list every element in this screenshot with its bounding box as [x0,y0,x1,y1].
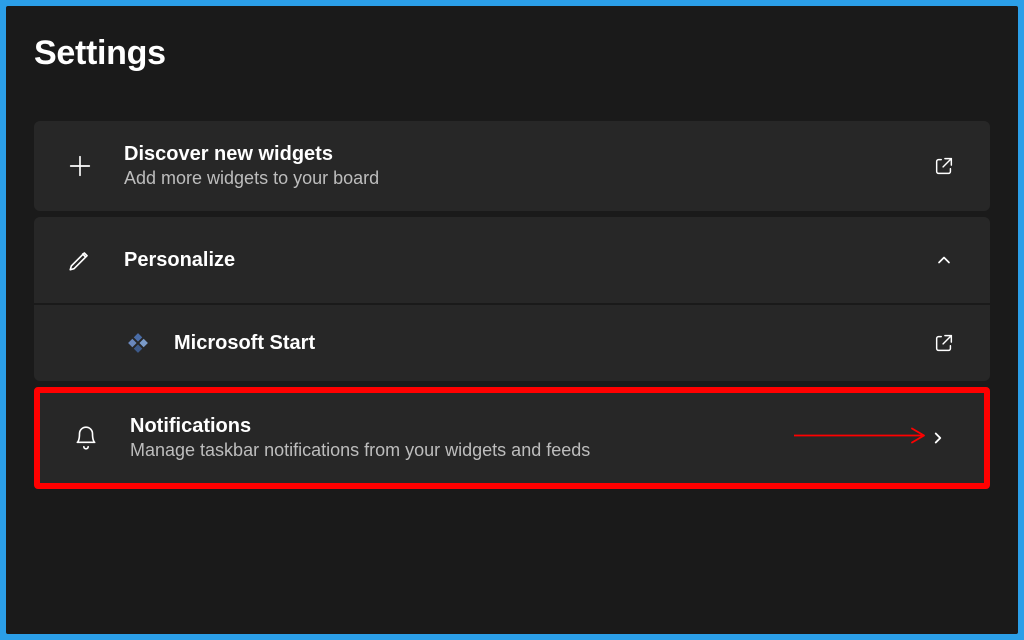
bell-icon [62,425,110,451]
personalize-text: Personalize [124,249,928,272]
microsoft-start-label: Microsoft Start [174,332,928,355]
chevron-up-icon [928,250,960,270]
annotation-highlight: Notifications Manage taskbar notificatio… [34,387,990,489]
notifications-row[interactable]: Notifications Manage taskbar notificatio… [40,393,984,483]
discover-widgets-row[interactable]: Discover new widgets Add more widgets to… [34,121,990,211]
microsoft-start-row[interactable]: Microsoft Start [34,305,990,381]
personalize-row[interactable]: Personalize [34,217,990,303]
personalize-group: Personalize Microsoft Start [34,217,990,381]
personalize-title: Personalize [124,249,928,272]
chevron-right-icon [922,429,954,447]
notifications-text: Notifications Manage taskbar notificatio… [130,415,922,461]
settings-panel: Settings Discover new widgets Add more w… [6,6,1018,634]
external-link-icon [928,332,960,354]
notifications-subtitle: Manage taskbar notifications from your w… [130,440,922,461]
microsoft-start-icon [124,331,152,355]
pencil-icon [56,247,104,273]
external-link-icon [928,155,960,177]
discover-widgets-text: Discover new widgets Add more widgets to… [124,143,928,189]
notifications-title: Notifications [130,415,922,438]
discover-widgets-title: Discover new widgets [124,143,928,166]
discover-widgets-subtitle: Add more widgets to your board [124,168,928,189]
plus-icon [56,152,104,180]
page-title: Settings [34,34,990,73]
